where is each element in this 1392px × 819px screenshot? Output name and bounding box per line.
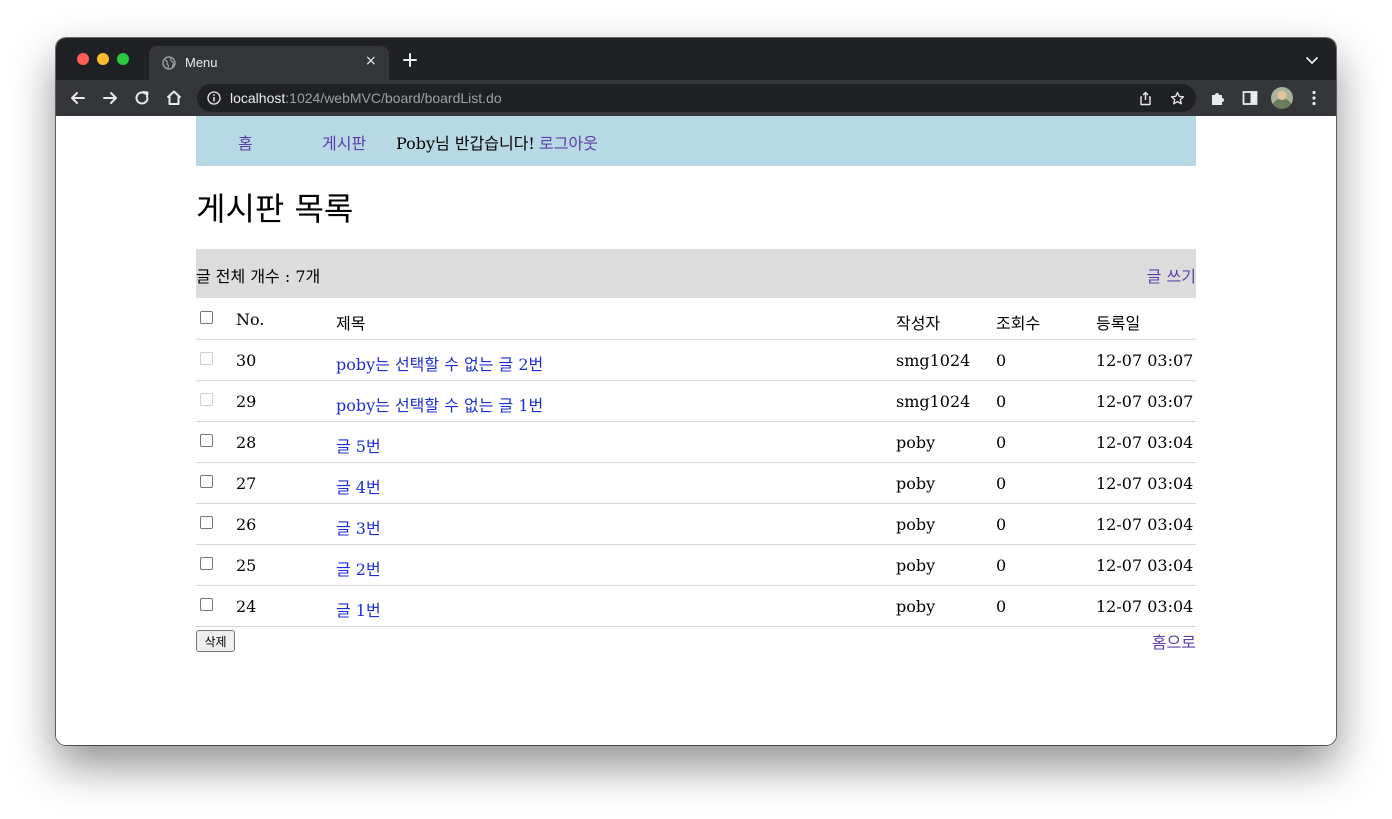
row-title-link[interactable]: 글 5번 (336, 433, 381, 457)
row-author: poby (896, 515, 936, 534)
row-author: poby (896, 597, 936, 616)
bookmark-star-icon[interactable] (1170, 91, 1185, 106)
row-date: 12-07 03:04 (1096, 515, 1194, 534)
row-date: 12-07 03:04 (1096, 433, 1194, 452)
board-table: No. 제목 작성자 조회수 등록일 30 poby는 선택할 수 없는 글 2… (196, 299, 1196, 627)
row-views: 0 (996, 433, 1007, 452)
browser-window: Menu × localhost:1024/webMVC/board/board… (56, 38, 1336, 745)
close-window-button[interactable] (77, 53, 89, 65)
address-bar[interactable]: localhost:1024/webMVC/board/boardList.do (197, 84, 1196, 112)
profile-avatar[interactable] (1271, 87, 1293, 109)
row-date: 12-07 03:04 (1096, 556, 1194, 575)
table-row: 27 글 4번 poby 0 12-07 03:04 (196, 463, 1196, 504)
row-title-link[interactable]: 글 3번 (336, 515, 381, 539)
nav-board-link[interactable]: 게시판 (322, 130, 366, 154)
tab-title: Menu (185, 55, 218, 70)
row-author: smg1024 (896, 392, 971, 411)
row-no: 29 (236, 392, 257, 411)
page-title: 게시판 목록 (196, 190, 354, 228)
forward-arrow-icon[interactable] (100, 88, 120, 108)
table-row: 30 poby는 선택할 수 없는 글 2번 smg1024 0 12-07 0… (196, 340, 1196, 381)
header-views: 조회수 (996, 314, 1041, 333)
summary-bar: 글 전체 개수 : 7개 글 쓰기 (196, 249, 1196, 298)
logout-link[interactable]: 로그아웃 (539, 130, 598, 154)
row-no: 26 (236, 515, 257, 534)
title-bar: Menu × (56, 38, 1336, 80)
back-arrow-icon[interactable] (68, 88, 88, 108)
globe-icon (162, 56, 176, 70)
reload-icon[interactable] (132, 88, 152, 108)
greeting-text: Poby님 반갑습니다! (396, 134, 535, 153)
table-header-row: No. 제목 작성자 조회수 등록일 (196, 299, 1196, 340)
row-title-link[interactable]: poby는 선택할 수 없는 글 2번 (336, 351, 543, 375)
row-author: poby (896, 433, 936, 452)
home-icon[interactable] (164, 88, 184, 108)
table-row: 29 poby는 선택할 수 없는 글 1번 smg1024 0 12-07 0… (196, 381, 1196, 422)
row-no: 27 (236, 474, 257, 493)
row-views: 0 (996, 351, 1007, 370)
browser-toolbar: localhost:1024/webMVC/board/boardList.do (56, 80, 1336, 116)
nav-home-link[interactable]: 홈 (238, 130, 253, 154)
select-all-checkbox[interactable] (200, 311, 213, 324)
header-title: 제목 (336, 314, 366, 333)
url-text[interactable]: localhost:1024/webMVC/board/boardList.do (230, 90, 502, 106)
url-path: :1024/webMVC/board/boardList.do (285, 90, 502, 106)
url-host: localhost (230, 90, 286, 106)
table-row: 24 글 1번 poby 0 12-07 03:04 (196, 586, 1196, 627)
page-content: 홈 게시판 Poby님 반갑습니다! 로그아웃 게시판 목록 글 전체 개수 :… (56, 116, 1336, 745)
row-checkbox[interactable] (200, 475, 213, 488)
row-checkbox[interactable] (200, 557, 213, 570)
row-author: smg1024 (896, 351, 971, 370)
row-date: 12-07 03:04 (1096, 597, 1194, 616)
row-title-link[interactable]: 글 4번 (336, 474, 381, 498)
row-checkbox-disabled (200, 393, 213, 406)
row-date: 12-07 03:07 (1096, 392, 1194, 411)
row-no: 24 (236, 597, 257, 616)
row-checkbox[interactable] (200, 598, 213, 611)
header-author: 작성자 (896, 314, 941, 333)
extensions-puzzle-icon[interactable] (1209, 89, 1227, 107)
row-author: poby (896, 474, 936, 493)
delete-button[interactable]: 삭제 (196, 630, 235, 652)
chevron-down-icon[interactable] (1304, 52, 1320, 68)
row-views: 0 (996, 515, 1007, 534)
header-no: No. (236, 310, 265, 329)
row-views: 0 (996, 474, 1007, 493)
info-icon[interactable] (207, 91, 221, 105)
row-views: 0 (996, 597, 1007, 616)
write-post-link[interactable]: 글 쓰기 (1147, 263, 1196, 287)
row-author: poby (896, 556, 936, 575)
row-views: 0 (996, 556, 1007, 575)
row-no: 30 (236, 351, 257, 370)
post-count-text: 글 전체 개수 : 7개 (196, 267, 321, 286)
tab-close-icon[interactable]: × (365, 53, 377, 69)
browser-tab[interactable]: Menu × (149, 46, 389, 80)
row-checkbox-disabled (200, 352, 213, 365)
more-menu-icon[interactable] (1305, 89, 1323, 107)
row-title-link[interactable]: poby는 선택할 수 없는 글 1번 (336, 392, 543, 416)
maximize-window-button[interactable] (117, 53, 129, 65)
minimize-window-button[interactable] (97, 53, 109, 65)
new-tab-plus-icon[interactable] (400, 50, 420, 70)
home-link[interactable]: 홈으로 (1152, 629, 1196, 653)
row-views: 0 (996, 392, 1007, 411)
row-title-link[interactable]: 글 1번 (336, 597, 381, 621)
row-no: 28 (236, 433, 257, 452)
header-date: 등록일 (1096, 314, 1141, 333)
table-row: 25 글 2번 poby 0 12-07 03:04 (196, 545, 1196, 586)
row-no: 25 (236, 556, 257, 575)
side-panel-icon[interactable] (1241, 89, 1259, 107)
share-icon[interactable] (1138, 91, 1153, 106)
row-date: 12-07 03:07 (1096, 351, 1194, 370)
row-checkbox[interactable] (200, 516, 213, 529)
table-row: 28 글 5번 poby 0 12-07 03:04 (196, 422, 1196, 463)
table-row: 26 글 3번 poby 0 12-07 03:04 (196, 504, 1196, 545)
row-date: 12-07 03:04 (1096, 474, 1194, 493)
row-checkbox[interactable] (200, 434, 213, 447)
row-title-link[interactable]: 글 2번 (336, 556, 381, 580)
top-nav: 홈 게시판 Poby님 반갑습니다! 로그아웃 (196, 116, 1196, 166)
